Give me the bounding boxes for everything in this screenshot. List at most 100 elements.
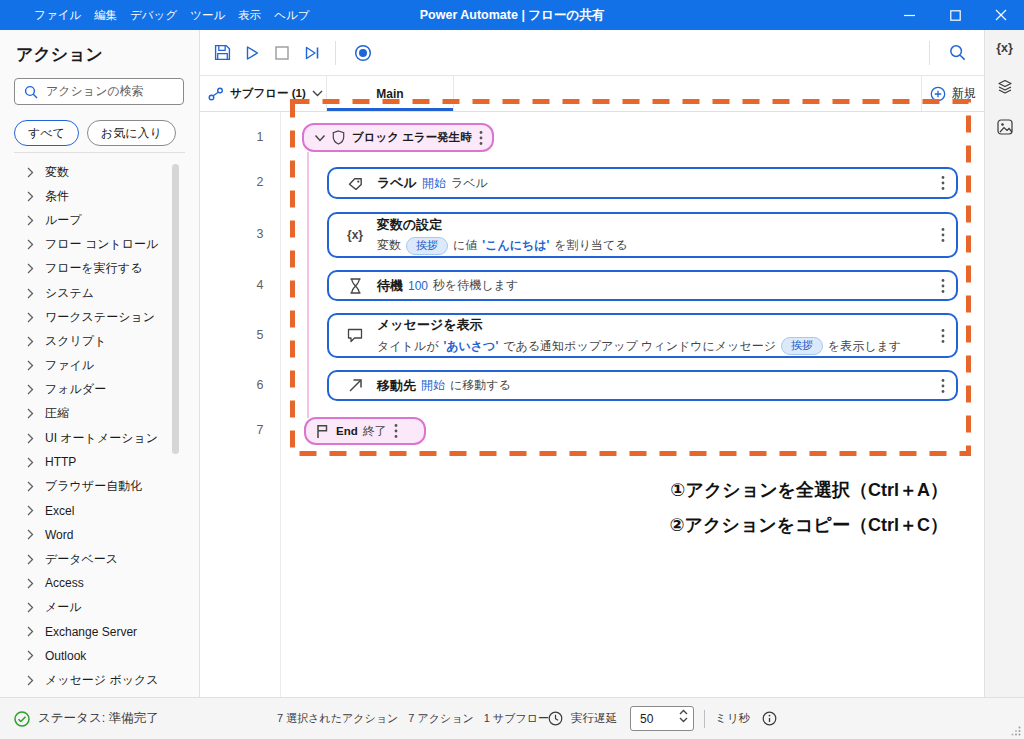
filter-all-button[interactable]: すべて xyxy=(14,120,79,146)
action-group-item[interactable]: UI オートメーション xyxy=(0,426,199,450)
menu-item-1[interactable]: 編集 xyxy=(94,8,117,23)
menu-item-3[interactable]: ツール xyxy=(190,8,225,23)
minimize-button[interactable] xyxy=(886,0,932,30)
action-group-item[interactable]: ワークステーション xyxy=(0,305,199,329)
description-segment: 開始 xyxy=(422,175,446,192)
menu-item-4[interactable]: 表示 xyxy=(238,8,261,23)
collapse-chevron-icon[interactable] xyxy=(314,134,326,142)
description-segment: に移動する xyxy=(450,377,511,394)
more-actions-icon[interactable] xyxy=(941,378,945,394)
run-delay-input[interactable]: 50 xyxy=(630,706,694,731)
line-number: 1 xyxy=(248,130,272,144)
action-block-2[interactable]: ラベル開始ラベル xyxy=(327,167,958,199)
action-group-label: Excel xyxy=(45,504,74,518)
resize-grip[interactable] xyxy=(1011,726,1021,736)
description-segment: 秒を待機します xyxy=(433,277,518,294)
menu-item-5[interactable]: ヘルプ xyxy=(274,8,309,23)
varx-icon: {x} xyxy=(345,228,365,242)
ui-elements-icon[interactable] xyxy=(997,79,1013,95)
action-title: メッセージを表示 xyxy=(377,316,901,334)
chevron-right-icon xyxy=(27,602,34,613)
action-block-1[interactable]: ブロック エラー発生時 xyxy=(302,123,494,152)
action-group-label: フォルダー xyxy=(45,381,106,398)
run-next-action-button[interactable] xyxy=(302,43,322,63)
chevron-right-icon xyxy=(27,288,34,299)
recorder-button[interactable] xyxy=(353,43,373,63)
status-separator xyxy=(704,710,705,728)
window-controls xyxy=(886,0,1024,30)
action-group-item[interactable]: ブラウザー自動化 xyxy=(0,474,199,498)
info-icon[interactable] xyxy=(762,711,777,726)
action-group-item[interactable]: フロー コントロール xyxy=(0,233,199,257)
run-delay-label: 実行遅延 xyxy=(571,711,617,726)
more-actions-icon[interactable] xyxy=(941,175,945,191)
chevron-right-icon xyxy=(27,554,34,565)
action-group-item[interactable]: Word xyxy=(0,523,199,547)
action-group-item[interactable]: 圧縮 xyxy=(0,402,199,426)
chevron-right-icon xyxy=(27,312,34,323)
label-icon xyxy=(345,177,365,190)
action-block-7[interactable]: End終了 xyxy=(304,417,426,445)
save-button[interactable] xyxy=(212,43,232,63)
action-groups: 変数条件ループフロー コントロールフローを実行するシステムワークステーションスク… xyxy=(0,160,199,692)
filter-favorites-button[interactable]: お気に入り xyxy=(87,120,176,146)
stop-button[interactable] xyxy=(272,43,292,63)
title-bar: ファイル編集デバッグツール表示ヘルプ Power Automate | フローの… xyxy=(0,0,1024,30)
action-block-5[interactable]: メッセージを表示タイトルが'あいさつ'である通知ポップアップ ウィンドウにメッセ… xyxy=(327,313,958,358)
action-group-item[interactable]: フローを実行する xyxy=(0,257,199,281)
action-group-item[interactable]: スクリプト xyxy=(0,329,199,353)
more-actions-icon[interactable] xyxy=(941,227,945,243)
action-title: 変数の設定 xyxy=(377,216,628,234)
line-number-divider xyxy=(280,112,281,697)
annotation-step1: ①アクションを全選択（Ctrl＋A） xyxy=(670,478,948,502)
variable-pill[interactable]: 挨拶 xyxy=(781,337,823,355)
action-group-item[interactable]: HTTP xyxy=(0,450,199,474)
chevron-right-icon xyxy=(27,650,34,661)
action-block-4[interactable]: 待機100秒を待機します xyxy=(327,270,958,301)
action-group-item[interactable]: メール xyxy=(0,595,199,619)
images-icon[interactable] xyxy=(997,119,1013,135)
action-block-3[interactable]: {x}変数の設定変数挨拶に値'こんにちは'を割り当てる xyxy=(327,212,958,258)
action-group-item[interactable]: メッセージ ボックス xyxy=(0,668,199,692)
sidebar-scrollbar[interactable] xyxy=(172,164,179,454)
search-placeholder: アクションの検索 xyxy=(46,83,144,100)
action-group-item[interactable]: ファイル xyxy=(0,354,199,378)
variable-pill[interactable]: 挨拶 xyxy=(406,237,448,255)
action-group-item[interactable]: 条件 xyxy=(0,184,199,208)
search-flow-button[interactable] xyxy=(947,43,967,63)
action-search-input[interactable]: アクションの検索 xyxy=(14,78,184,105)
tab-main[interactable]: Main xyxy=(326,76,454,111)
action-block-6[interactable]: 移動先開始に移動する xyxy=(327,370,958,401)
description-segment: 100 xyxy=(408,279,428,293)
active-tab-underline xyxy=(327,108,453,111)
line-number: 3 xyxy=(248,227,272,241)
chevron-down-icon xyxy=(312,90,323,97)
action-group-item[interactable]: データベース xyxy=(0,547,199,571)
action-group-item[interactable]: Outlook xyxy=(0,644,199,668)
description-segment: である通知ポップアップ ウィンドウにメッセージ xyxy=(503,338,776,355)
chevron-right-icon xyxy=(27,505,34,516)
action-group-label: データベース xyxy=(45,551,118,568)
variables-icon[interactable]: {x} xyxy=(996,41,1013,55)
menu-item-2[interactable]: デバッグ xyxy=(130,8,177,23)
clock-icon xyxy=(548,711,563,726)
more-actions-icon[interactable] xyxy=(941,328,945,344)
new-subflow-button[interactable]: 新規 xyxy=(921,76,984,111)
action-group-item[interactable]: ループ xyxy=(0,208,199,232)
more-actions-icon[interactable] xyxy=(394,423,398,439)
more-actions-icon[interactable] xyxy=(941,278,945,294)
action-group-item[interactable]: システム xyxy=(0,281,199,305)
subflow-dropdown[interactable]: サブフロー (1) xyxy=(208,76,323,111)
run-button[interactable] xyxy=(242,43,262,63)
maximize-button[interactable] xyxy=(932,0,978,30)
right-rail: {x} xyxy=(984,30,1024,697)
close-button[interactable] xyxy=(978,0,1024,30)
status-bar: ステータス: 準備完了 7 選択されたアクション 7 アクション 1 サブフロー… xyxy=(0,697,1024,739)
action-group-item[interactable]: Access xyxy=(0,571,199,595)
action-group-item[interactable]: フォルダー xyxy=(0,378,199,402)
action-group-item[interactable]: 変数 xyxy=(0,160,199,184)
menu-item-0[interactable]: ファイル xyxy=(34,8,81,23)
action-group-item[interactable]: Exchange Server xyxy=(0,620,199,644)
more-actions-icon[interactable] xyxy=(479,130,483,146)
action-group-item[interactable]: Excel xyxy=(0,499,199,523)
